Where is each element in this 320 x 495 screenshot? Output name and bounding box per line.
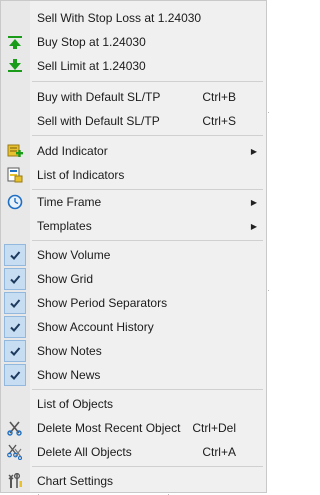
submenu-arrow-icon: ▶ [250, 146, 257, 156]
menu-item-label: Show News [37, 368, 101, 382]
menu-item-show-period-separators[interactable]: Show Period Separators [1, 291, 266, 315]
menu-item-label: Show Grid [37, 272, 94, 286]
checkmark-icon [4, 244, 26, 266]
checkmark-icon [4, 316, 26, 338]
chart-settings-icon [7, 472, 23, 489]
clock-icon [7, 194, 23, 210]
menu-item-label: Buy with Default SL/TP [37, 90, 161, 104]
delete-object-icon [7, 420, 23, 436]
menu-item-sell-limit[interactable]: Sell Limit at 1.24030 [1, 54, 266, 78]
menu-item-label: Show Period Separators [37, 296, 168, 310]
menu-separator [32, 240, 263, 241]
menu-separator [32, 466, 263, 467]
menu-item-label: List of Indicators [37, 168, 125, 182]
menu-item-label: Time Frame [37, 195, 102, 209]
menu-item-time-frame[interactable]: Time Frame ▶ [1, 190, 266, 214]
menu-item-buy-stop[interactable]: Buy Stop at 1.24030 [1, 30, 266, 54]
menu-item-shortcut: Ctrl+S [202, 114, 236, 128]
menu-item-label: Show Volume [37, 248, 111, 262]
checkmark-icon [4, 364, 26, 386]
menu-item-delete-recent-object[interactable]: Delete Most Recent Object Ctrl+Del [1, 416, 266, 440]
menu-item-delete-all-objects[interactable]: Delete All Objects Ctrl+A [1, 440, 266, 464]
list-indicators-icon [7, 167, 23, 183]
menu-item-list-objects[interactable]: List of Objects [1, 392, 266, 416]
menu-item-label: Delete Most Recent Object [37, 421, 181, 435]
checkmark-icon [4, 292, 26, 314]
submenu-arrow-icon: ▶ [250, 221, 257, 231]
menu-separator [32, 81, 263, 82]
menu-item-show-news[interactable]: Show News [1, 363, 266, 387]
menu-item-chart-settings[interactable]: Chart Settings [1, 469, 266, 493]
submenu-arrow-icon: ▶ [250, 197, 257, 207]
menu-item-shortcut: Ctrl+A [202, 445, 236, 459]
menu-item-shortcut: Ctrl+Del [192, 421, 236, 435]
menu-item-label: Show Notes [37, 344, 102, 358]
menu-item-sell-default[interactable]: Sell with Default SL/TP Ctrl+S [1, 109, 266, 133]
menu-item-label: Delete All Objects [37, 445, 132, 459]
menu-item-show-grid[interactable]: Show Grid [1, 267, 266, 291]
menu-item-shortcut: Ctrl+B [202, 90, 236, 104]
menu-item-buy-default[interactable]: Buy with Default SL/TP Ctrl+B [1, 85, 266, 109]
menu-item-templates[interactable]: Templates ▶ [1, 214, 266, 238]
menu-item-add-indicator[interactable]: Add Indicator ▶ [1, 139, 266, 163]
menu-item-show-notes[interactable]: Show Notes [1, 339, 266, 363]
chart-context-menu: Sell With Stop Loss at 1.24030 Buy Stop … [0, 0, 267, 493]
menu-item-sell-stop-loss[interactable]: Sell With Stop Loss at 1.24030 [1, 6, 266, 30]
menu-separator [32, 389, 263, 390]
menu-item-label: Chart Settings [37, 474, 114, 488]
menu-item-label: Sell with Default SL/TP [37, 114, 160, 128]
checkmark-icon [4, 268, 26, 290]
menu-item-list-indicators[interactable]: List of Indicators [1, 163, 266, 187]
menu-item-label: Buy Stop at 1.24030 [37, 35, 146, 49]
menu-item-label: Sell Limit at 1.24030 [37, 59, 146, 73]
delete-all-icon [7, 444, 23, 461]
menu-item-label: Show Account History [37, 320, 154, 334]
buy-stop-icon [7, 34, 23, 50]
menu-item-label: Add Indicator [37, 144, 108, 158]
add-indicator-icon [7, 143, 23, 159]
menu-item-show-account-history[interactable]: Show Account History [1, 315, 266, 339]
checkmark-icon [4, 340, 26, 362]
menu-item-label: Sell With Stop Loss at 1.24030 [37, 11, 202, 25]
sell-limit-icon [7, 58, 23, 74]
menu-separator [32, 135, 263, 136]
menu-item-label: Templates [37, 219, 92, 233]
menu-item-label: List of Objects [37, 397, 114, 411]
menu-item-show-volume[interactable]: Show Volume [1, 243, 266, 267]
